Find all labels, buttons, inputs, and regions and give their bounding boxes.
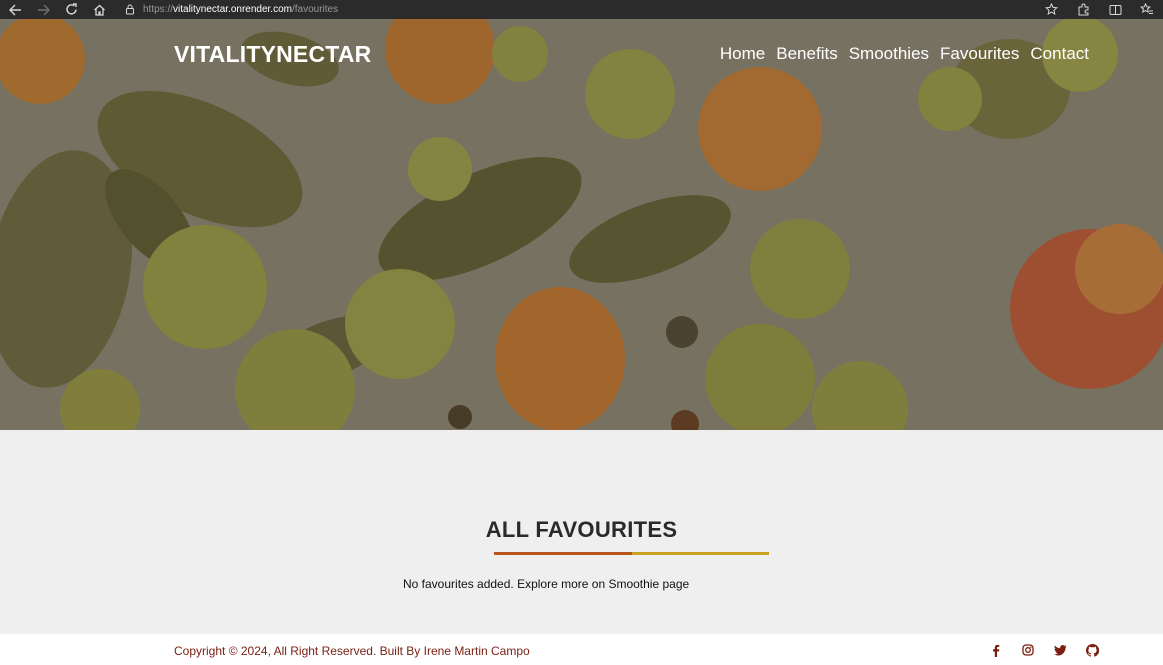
title-underline [494, 552, 769, 555]
home-icon[interactable] [85, 0, 113, 19]
logo-part1: VITALITY [174, 41, 277, 67]
instagram-icon[interactable] [1012, 642, 1044, 658]
favourites-section: ALL FAVOURITES No favourites added. Expl… [0, 430, 1163, 634]
facebook-icon[interactable] [980, 642, 1012, 658]
copyright-text: Copyright © 2024, All Right Reserved. Bu… [174, 644, 530, 658]
nav-favourites[interactable]: Favourites [940, 44, 1019, 64]
hero-banner: VITALITYNECTAR Home Benefits Smoothies F… [0, 19, 1163, 430]
extensions-icon[interactable] [1067, 0, 1099, 19]
favorite-star-icon[interactable] [1035, 0, 1067, 19]
github-icon[interactable] [1076, 642, 1108, 658]
nav-smoothies[interactable]: Smoothies [849, 44, 929, 64]
nav-benefits[interactable]: Benefits [776, 44, 837, 64]
url-text: https://vitalitynectar.onrender.com/favo… [143, 4, 338, 15]
footer: Copyright © 2024, All Right Reserved. Bu… [0, 634, 1163, 665]
reload-icon[interactable] [57, 0, 85, 19]
forward-icon[interactable] [29, 0, 57, 19]
url-path: /favourites [291, 4, 339, 15]
underline-left [494, 552, 632, 555]
twitter-icon[interactable] [1044, 642, 1076, 658]
favorites-list-icon[interactable] [1131, 0, 1163, 19]
section-title: ALL FAVOURITES [485, 517, 678, 542]
social-links [980, 642, 1108, 658]
url-prefix: https:// [143, 4, 174, 15]
logo-part2: NECTAR [276, 41, 372, 67]
underline-right [632, 552, 769, 555]
empty-favourites-message: No favourites added. Explore more on Smo… [403, 577, 690, 591]
lock-icon [119, 4, 141, 15]
browser-toolbar: https://vitalitynectar.onrender.com/favo… [0, 0, 1163, 19]
main-nav: Home Benefits Smoothies Favourites Conta… [720, 44, 1089, 64]
hero-overlay [0, 19, 1163, 430]
nav-contact[interactable]: Contact [1030, 44, 1089, 64]
site-logo[interactable]: VITALITYNECTAR [174, 41, 371, 68]
split-screen-icon[interactable] [1099, 0, 1131, 19]
url-host: vitalitynectar.onrender.com [173, 4, 292, 15]
address-bar[interactable]: https://vitalitynectar.onrender.com/favo… [119, 0, 338, 19]
back-icon[interactable] [1, 0, 29, 19]
nav-home[interactable]: Home [720, 44, 765, 64]
